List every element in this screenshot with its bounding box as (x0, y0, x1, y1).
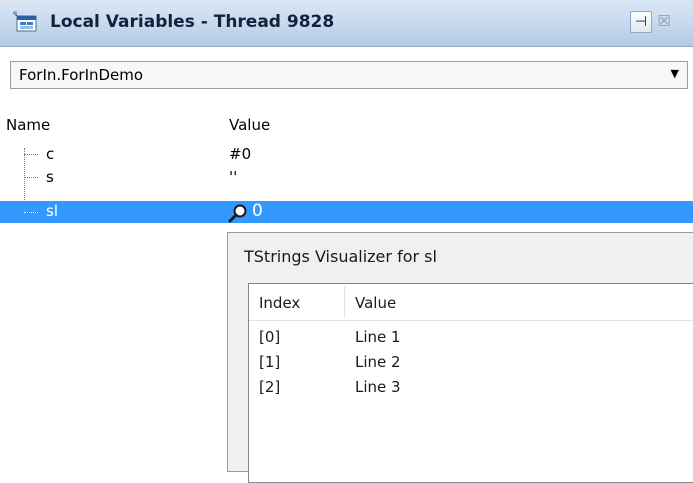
item-value: Line 1 (355, 328, 401, 346)
panel-title-bar: Local Variables - Thread 9828 ⊣ ☒ (0, 0, 693, 47)
variable-value: #0 (229, 145, 252, 163)
visualizer-list-header: Index Value (249, 284, 693, 321)
visualizer-title: TStrings Visualizer for sl (244, 247, 437, 266)
item-value: Line 2 (355, 353, 401, 371)
column-header-name[interactable]: Name (6, 116, 50, 134)
tree-branch (24, 154, 38, 155)
variable-value: '' (229, 168, 238, 186)
list-item[interactable]: [2] Line 3 (249, 376, 693, 400)
column-header-value[interactable]: Value (229, 116, 270, 134)
chevron-down-icon[interactable]: ▼ (671, 67, 679, 80)
item-index: [1] (259, 353, 281, 371)
column-divider[interactable] (344, 286, 345, 318)
variable-row-c[interactable]: c #0 (0, 144, 693, 166)
variable-row-sl[interactable]: sl 0 (0, 201, 693, 223)
variable-name: s (46, 168, 54, 186)
column-header-value[interactable]: Value (355, 294, 396, 312)
debug-locals-icon (13, 11, 37, 32)
panel-title: Local Variables - Thread 9828 (50, 12, 335, 32)
magnifier-icon[interactable] (228, 203, 248, 223)
variable-name: c (46, 145, 55, 163)
close-icon[interactable]: ☒ (654, 11, 674, 31)
scope-dropdown[interactable]: ForIn.ForInDemo ▼ (10, 61, 688, 89)
list-item[interactable]: [0] Line 1 (249, 326, 693, 350)
list-item[interactable]: [1] Line 2 (249, 351, 693, 375)
pin-icon[interactable]: ⊣ (630, 11, 652, 33)
variable-row-s[interactable]: s '' (0, 167, 693, 189)
item-value: Line 3 (355, 378, 401, 396)
item-index: [0] (259, 328, 281, 346)
variable-name: sl (46, 202, 58, 220)
tree-branch (24, 177, 38, 178)
variable-value: 0 (252, 201, 263, 221)
tstrings-visualizer-popup: TStrings Visualizer for sl Index Value [… (227, 232, 693, 483)
column-header-index[interactable]: Index (259, 294, 300, 312)
item-index: [2] (259, 378, 281, 396)
scope-selected-value: ForIn.ForInDemo (19, 66, 144, 84)
visualizer-list: Index Value [0] Line 1 [1] Line 2 [2] Li… (248, 283, 693, 483)
tree-branch (24, 212, 38, 213)
